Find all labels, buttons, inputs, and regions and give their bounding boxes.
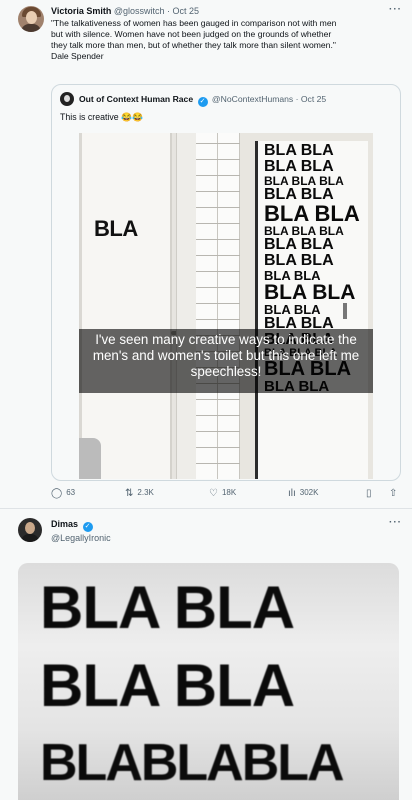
reply-count: 63 <box>66 488 76 497</box>
heart-icon: ♡ <box>209 488 218 499</box>
quoted-handle-time[interactable]: @NoContextHumans · Oct 25 <box>212 94 326 104</box>
like-count: 18K <box>221 488 237 497</box>
tweet-image[interactable]: BLA BLA BLA BLA BLABLABLA <box>18 563 399 800</box>
tweet-text-line: but with silence. Women have not been ju… <box>51 29 332 39</box>
tile-wall <box>196 133 240 479</box>
quoted-photo[interactable]: BLA BLA BLA BLA BLA BLA BLA BLA BLA BLA BLA … <box>79 133 373 479</box>
tweet-header: Dimas ✓ <box>51 519 95 532</box>
avatar[interactable] <box>18 518 42 542</box>
views-icon: ılı <box>288 488 296 499</box>
tweet-text: "The talkativeness of women has been gau… <box>51 18 336 62</box>
image-text-row: BLABLABLA <box>40 734 345 792</box>
quoted-text: This is creative 😂😂 <box>60 112 144 122</box>
tweet-text-line: they talk more than men, but of whether … <box>51 40 336 50</box>
reply-button[interactable]: ◯ 63 <box>51 488 75 499</box>
tweet-header: Victoria Smith @glosswitch · Oct 25 <box>51 6 199 16</box>
views-button[interactable]: ılı 302K <box>288 488 318 499</box>
tweet-actions: ◯ 63 ⇅ 2.3K ♡ 18K ılı 302K ▯ ⇧ <box>51 488 397 502</box>
reply-icon: ◯ <box>51 488 63 499</box>
handle-time[interactable]: @glosswitch · Oct 25 <box>114 6 199 16</box>
tweet-text-line: Dale Spender <box>51 51 104 61</box>
right-door-text-row: BLA BLA <box>264 142 334 159</box>
tweet-text-line: "The talkativeness of women has been gau… <box>51 18 337 28</box>
right-door-text-row: BLA BLA <box>264 252 334 269</box>
tweet-victoria-smith[interactable]: Victoria Smith @glosswitch · Oct 25 ··· … <box>0 0 412 509</box>
repost-icon: ⇅ <box>125 488 134 499</box>
quoted-avatar[interactable] <box>60 92 74 106</box>
author-handle[interactable]: @LegallyIronic <box>51 533 111 543</box>
verified-badge-icon: ✓ <box>197 97 208 107</box>
view-count: 302K <box>299 488 319 497</box>
photo-caption: I've seen many creative ways to indicate… <box>79 329 373 393</box>
verified-badge-icon: ✓ <box>82 522 93 532</box>
like-button[interactable]: ♡ 18K <box>209 488 236 499</box>
bookmark-icon: ▯ <box>366 488 372 499</box>
right-door-text-row: BLA BLA <box>264 281 356 304</box>
right-door: BLA BLA BLA BLA BLA BLA BLA BLA BLA BLA BLA B… <box>255 141 368 479</box>
share-icon: ⇧ <box>389 488 398 499</box>
image-text-row: BLA BLA <box>40 652 295 719</box>
share-button[interactable]: ⇧ <box>389 488 401 499</box>
more-options-icon[interactable]: ··· <box>389 4 402 15</box>
tweet-dimas[interactable]: Dimas ✓ @LegallyIronic ··· BLA BLA BLA B… <box>0 509 412 800</box>
right-door-text-row: BLA BLA <box>264 236 334 253</box>
right-door-text-row: BLA BLA <box>264 201 360 226</box>
left-door-label: BLA <box>94 216 138 241</box>
pipe <box>79 438 101 479</box>
quoted-header: Out of Context Human Race ✓ @NoContextHu… <box>79 94 326 107</box>
quoted-tweet[interactable]: Out of Context Human Race ✓ @NoContextHu… <box>51 84 401 481</box>
right-door-text-row: BLA BLA <box>264 158 334 175</box>
author-name[interactable]: Dimas <box>51 519 78 529</box>
more-options-icon[interactable]: ··· <box>389 517 402 528</box>
left-door: BLA <box>82 133 172 479</box>
avatar[interactable] <box>18 6 44 32</box>
door-frame <box>176 133 197 479</box>
repost-count: 2.3K <box>137 488 154 497</box>
door-handle <box>343 303 347 319</box>
repost-button[interactable]: ⇅ 2.3K <box>125 488 154 499</box>
author-name[interactable]: Victoria Smith <box>51 6 111 16</box>
image-text-row: BLA BLA <box>40 574 295 641</box>
bookmark-button[interactable]: ▯ <box>366 488 376 499</box>
quoted-author-name[interactable]: Out of Context Human Race <box>79 94 193 104</box>
